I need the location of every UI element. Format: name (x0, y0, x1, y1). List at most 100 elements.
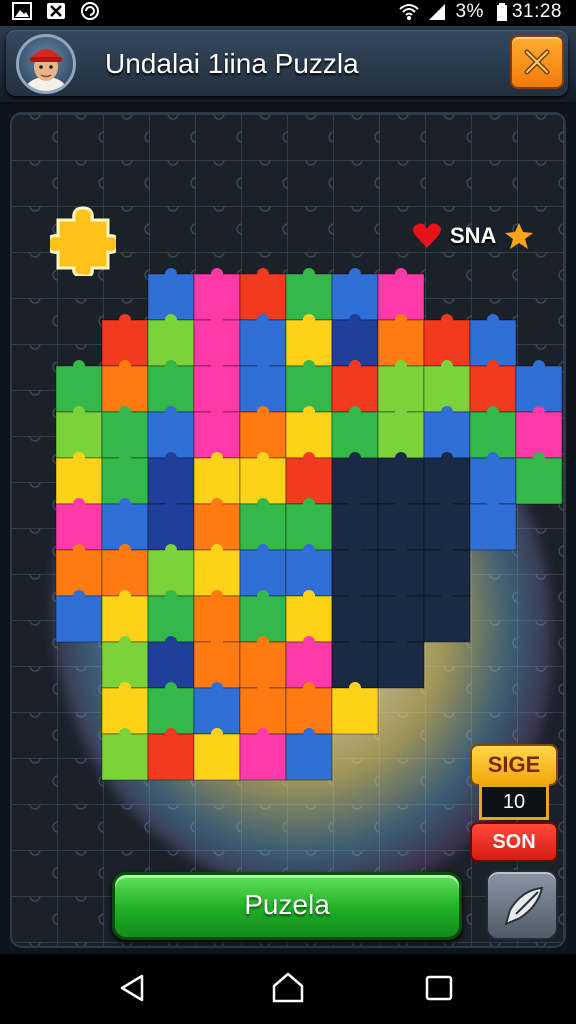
puzzle-piece[interactable] (285, 595, 333, 643)
puzzle-piece[interactable] (55, 549, 103, 597)
puzzle-piece[interactable] (193, 641, 241, 689)
puzzle-piece[interactable] (239, 273, 287, 321)
puzzle-piece[interactable] (239, 319, 287, 367)
puzzle-piece[interactable] (55, 595, 103, 643)
puzzle-piece[interactable] (239, 503, 287, 551)
puzzle-piece[interactable] (101, 595, 149, 643)
puzzle-piece[interactable] (423, 411, 471, 459)
puzzle-piece[interactable] (193, 365, 241, 413)
puzzle-piece[interactable] (377, 549, 425, 597)
puzzle-piece[interactable] (193, 687, 241, 735)
puzzle-piece[interactable] (55, 503, 103, 551)
recents-icon[interactable] (424, 974, 454, 1002)
puzzle-piece[interactable] (147, 365, 195, 413)
puzzle-piece[interactable] (377, 411, 425, 459)
puzzle-piece[interactable] (377, 273, 425, 321)
puzzle-piece[interactable] (285, 687, 333, 735)
puzzle-piece[interactable] (285, 733, 333, 781)
score-bottom-label[interactable]: SON (470, 822, 558, 862)
puzzle-piece[interactable] (377, 319, 425, 367)
puzzle-piece[interactable] (331, 549, 379, 597)
play-button[interactable]: Puzela (112, 872, 462, 940)
puzzle-piece[interactable] (147, 503, 195, 551)
puzzle-piece[interactable] (193, 457, 241, 505)
puzzle-piece[interactable] (377, 503, 425, 551)
puzzle-piece[interactable] (331, 457, 379, 505)
puzzle-piece[interactable] (193, 319, 241, 367)
puzzle-piece[interactable] (285, 319, 333, 367)
puzzle-piece[interactable] (515, 411, 563, 459)
puzzle-piece[interactable] (193, 273, 241, 321)
puzzle-piece[interactable] (55, 365, 103, 413)
puzzle-piece[interactable] (331, 641, 379, 689)
puzzle-piece[interactable] (285, 549, 333, 597)
puzzle-piece[interactable] (193, 595, 241, 643)
back-icon[interactable] (116, 972, 148, 1004)
puzzle-piece[interactable] (101, 365, 149, 413)
puzzle-piece[interactable] (423, 457, 471, 505)
puzzle-piece[interactable] (515, 365, 563, 413)
puzzle-piece[interactable] (147, 595, 195, 643)
puzzle-piece[interactable] (331, 503, 379, 551)
puzzle-piece[interactable] (193, 411, 241, 459)
puzzle-piece[interactable] (239, 687, 287, 735)
puzzle-piece[interactable] (239, 365, 287, 413)
puzzle-piece[interactable] (331, 411, 379, 459)
puzzle-piece[interactable] (101, 319, 149, 367)
tool-button[interactable] (486, 870, 558, 940)
puzzle-piece[interactable] (469, 365, 517, 413)
puzzle-piece[interactable] (101, 733, 149, 781)
puzzle-piece[interactable] (193, 549, 241, 597)
puzzle-piece[interactable] (285, 365, 333, 413)
puzzle-piece[interactable] (377, 365, 425, 413)
puzzle-piece[interactable] (147, 687, 195, 735)
puzzle-piece[interactable] (331, 687, 379, 735)
puzzle-piece[interactable] (285, 641, 333, 689)
puzzle-piece[interactable] (239, 733, 287, 781)
puzzle-piece[interactable] (469, 411, 517, 459)
puzzle-piece[interactable] (101, 457, 149, 505)
puzzle-piece[interactable] (285, 273, 333, 321)
puzzle-piece[interactable] (469, 503, 517, 551)
puzzle-piece[interactable] (101, 687, 149, 735)
puzzle-piece[interactable] (377, 641, 425, 689)
puzzle-piece[interactable] (193, 503, 241, 551)
puzzle-piece[interactable] (423, 365, 471, 413)
puzzle-piece[interactable] (101, 411, 149, 459)
puzzle-piece[interactable] (239, 641, 287, 689)
player-avatar[interactable] (16, 34, 76, 94)
puzzle-piece[interactable] (331, 273, 379, 321)
puzzle-piece[interactable] (101, 549, 149, 597)
puzzle-piece[interactable] (423, 595, 471, 643)
puzzle-piece[interactable] (147, 457, 195, 505)
puzzle-piece[interactable] (377, 457, 425, 505)
puzzle-piece[interactable] (469, 457, 517, 505)
puzzle-piece[interactable] (285, 503, 333, 551)
puzzle-piece[interactable] (331, 365, 379, 413)
puzzle-piece[interactable] (515, 457, 563, 505)
home-icon[interactable] (270, 970, 306, 1004)
puzzle-piece[interactable] (147, 733, 195, 781)
puzzle-piece[interactable] (239, 411, 287, 459)
puzzle-piece[interactable] (55, 411, 103, 459)
puzzle-piece[interactable] (239, 457, 287, 505)
puzzle-piece[interactable] (331, 319, 379, 367)
puzzle-piece[interactable] (331, 595, 379, 643)
puzzle-piece[interactable] (423, 503, 471, 551)
puzzle-piece[interactable] (377, 595, 425, 643)
puzzle-piece[interactable] (285, 457, 333, 505)
puzzle-piece[interactable] (147, 641, 195, 689)
puzzle-piece[interactable] (147, 549, 195, 597)
puzzle-piece[interactable] (285, 411, 333, 459)
puzzle-piece[interactable] (193, 733, 241, 781)
puzzle-piece[interactable] (469, 319, 517, 367)
loose-puzzle-piece[interactable] (46, 206, 120, 281)
puzzle-piece[interactable] (239, 549, 287, 597)
puzzle-piece[interactable] (101, 641, 149, 689)
close-button[interactable] (510, 35, 564, 89)
puzzle-piece[interactable] (147, 411, 195, 459)
puzzle-piece[interactable] (55, 457, 103, 505)
puzzle-piece[interactable] (423, 549, 471, 597)
puzzle-piece[interactable] (147, 273, 195, 321)
puzzle-piece[interactable] (101, 503, 149, 551)
